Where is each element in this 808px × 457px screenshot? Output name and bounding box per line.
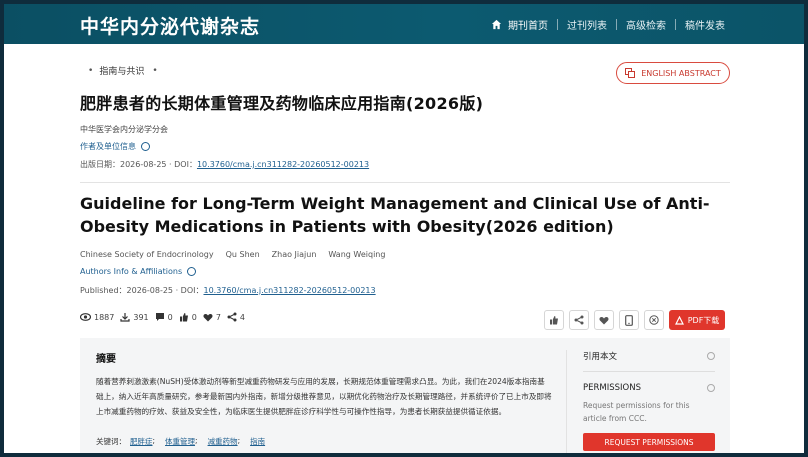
publish-meta-cn: 出版日期：2026-08-25 · DOI：10.3760/cma.j.cn31… <box>80 160 370 169</box>
author-list-en: Chinese Society of Endocrinology Qu Shen… <box>80 250 397 259</box>
nav-advanced-search[interactable]: 高级检索 <box>617 17 675 32</box>
nav-advanced-search-label: 高级检索 <box>626 21 666 32</box>
downloads-stat: 391 <box>120 312 149 322</box>
share-icon <box>574 315 584 325</box>
favorites-stat: 7 <box>203 313 221 322</box>
eye-icon <box>80 313 91 321</box>
mobile-icon <box>625 314 633 326</box>
article-title-cn: 肥胖患者的长期体重管理及药物临床应用指南(2026版) <box>80 94 484 113</box>
share-icon <box>227 312 237 322</box>
comments-stat: 0 <box>155 312 173 322</box>
comment-icon <box>155 313 164 321</box>
doi-link-cn[interactable]: 10.3760/cma.j.cn311282-20260512-00213 <box>197 160 369 169</box>
nav-submit[interactable]: 稿件发表 <box>676 17 734 32</box>
favorites-count: 7 <box>215 312 221 322</box>
comments-count: 0 <box>167 312 173 322</box>
request-permissions-button[interactable]: REQUEST PERMISSIONS <box>583 433 715 451</box>
expand-icon <box>707 352 715 360</box>
keyword-link[interactable]: 肥胖症 <box>130 436 153 447</box>
close-circle-icon <box>649 315 659 325</box>
sidebar-divider <box>583 371 715 372</box>
category-label: 指南与共识 <box>99 67 145 77</box>
like-button[interactable] <box>544 310 564 330</box>
publish-meta-en: Published：2026-08-25 · DOI：10.3760/cma.j… <box>80 286 376 295</box>
chevron-down-icon <box>187 267 197 276</box>
abstract-section: 摘要 随着营养刺激激素(NuSH)受体激动剂等新型减重药物研发与应用的发展，长期… <box>80 338 730 453</box>
authors-info-toggle-en[interactable]: Authors Info & Affiliations <box>80 267 197 276</box>
cite-article-label: 引用本文 <box>583 352 618 362</box>
abstract-main: 摘要 随着营养刺激激素(NuSH)受体激动剂等新型减重药物研发与应用的发展，长期… <box>96 350 552 419</box>
abstract-heading: 摘要 <box>96 354 116 365</box>
author-name[interactable]: Chinese Society of Endocrinology <box>80 250 214 259</box>
published-date-cn: 2026-08-25 <box>120 160 167 169</box>
heart-icon <box>599 316 609 324</box>
mobile-view-button[interactable] <box>619 310 639 330</box>
article-page: • 指南与共识 • ENGLISH ABSTRACT 肥胖患者的长期体重管理及药… <box>4 44 804 453</box>
likes-count: 0 <box>191 312 197 322</box>
keyword-link[interactable]: 减重药物 <box>208 436 238 447</box>
author-name[interactable]: Zhao Jiajun <box>272 250 317 259</box>
article-stats: 1887 391 0 0 7 4 <box>80 312 251 322</box>
abstract-sidebar: 引用本文 PERMISSIONS Request permissions for… <box>566 350 730 453</box>
published-date-en: 2026-08-25 <box>126 286 174 295</box>
article-org-cn[interactable]: 中华医学会内分泌学分会 <box>80 124 168 135</box>
permissions-text: Request permissions for this article fro… <box>583 401 690 423</box>
doi-link-en[interactable]: 10.3760/cma.j.cn311282-20260512-00213 <box>203 286 375 295</box>
request-permissions-label: REQUEST PERMISSIONS <box>604 437 694 447</box>
site-title[interactable]: 中华内分泌代谢杂志 <box>80 12 260 39</box>
nav-home-label: 期刊首页 <box>508 21 548 32</box>
favorite-button[interactable] <box>594 310 614 330</box>
shares-stat: 4 <box>227 312 245 322</box>
abstract-text: 随着营养刺激激素(NuSH)受体激动剂等新型减重药物研发与应用的发展，长期规范体… <box>96 377 552 416</box>
share-button[interactable] <box>569 310 589 330</box>
downloads-count: 391 <box>133 312 149 322</box>
cite-article-toggle[interactable]: 引用本文 <box>583 350 715 362</box>
author-name[interactable]: Wang Weiqing <box>328 250 385 259</box>
nav-submit-label: 稿件发表 <box>685 21 725 32</box>
heart-icon <box>203 313 213 321</box>
article-category: • 指南与共识 • <box>88 65 158 78</box>
authors-info-label-cn: 作者及单位信息 <box>80 142 136 151</box>
english-abstract-button[interactable]: ENGLISH ABSTRACT <box>616 62 730 84</box>
permissions-label: PERMISSIONS <box>583 383 641 393</box>
author-name[interactable]: Qu Shen <box>226 250 260 259</box>
published-label-cn: 出版日期： <box>80 160 120 169</box>
pdf-download-label: PDF下载 <box>687 315 720 325</box>
pdf-icon <box>674 315 684 325</box>
main-nav: 期刊首页 过刊列表 高级检索 稿件发表 <box>482 17 734 32</box>
nav-home[interactable]: 期刊首页 <box>482 17 557 32</box>
article-title-en: Guideline for Long-Term Weight Managemen… <box>80 194 710 236</box>
download-icon <box>120 313 130 322</box>
article-actions: PDF下载 <box>544 310 725 330</box>
doi-label-cn: DOI： <box>174 160 197 169</box>
published-label-en: Published： <box>80 286 127 295</box>
expand-icon <box>707 384 715 392</box>
doi-label-en: DOI： <box>180 286 204 295</box>
nav-past-issues-label: 过刊列表 <box>567 21 607 32</box>
keyword-link[interactable]: 体重管理 <box>165 436 195 447</box>
permissions-toggle[interactable]: PERMISSIONS <box>583 383 715 393</box>
home-icon <box>491 19 502 30</box>
top-header: 中华内分泌代谢杂志 期刊首页 过刊列表 高级检索 稿件发表 <box>4 4 804 44</box>
keyword-link[interactable]: 指南 <box>250 436 265 447</box>
pdf-download-button[interactable]: PDF下载 <box>669 310 725 330</box>
nav-past-issues[interactable]: 过刊列表 <box>558 17 616 32</box>
authors-info-toggle-cn[interactable]: 作者及单位信息 <box>80 141 150 152</box>
translate-icon <box>625 68 636 78</box>
close-button[interactable] <box>644 310 664 330</box>
keywords-row: 关键词： 肥胖症; 体重管理; 减重药物; 指南 <box>96 436 266 447</box>
thumbs-up-icon <box>179 313 188 322</box>
keywords-label: 关键词： <box>96 437 126 446</box>
views-stat: 1887 <box>80 313 114 322</box>
chevron-down-icon <box>141 142 150 151</box>
authors-info-label-en: Authors Info & Affiliations <box>80 267 183 276</box>
section-divider <box>80 182 730 183</box>
views-count: 1887 <box>94 312 115 322</box>
english-abstract-label: ENGLISH ABSTRACT <box>641 68 721 78</box>
likes-stat: 0 <box>179 312 197 322</box>
thumbs-up-icon <box>550 316 558 325</box>
shares-count: 4 <box>239 312 246 322</box>
